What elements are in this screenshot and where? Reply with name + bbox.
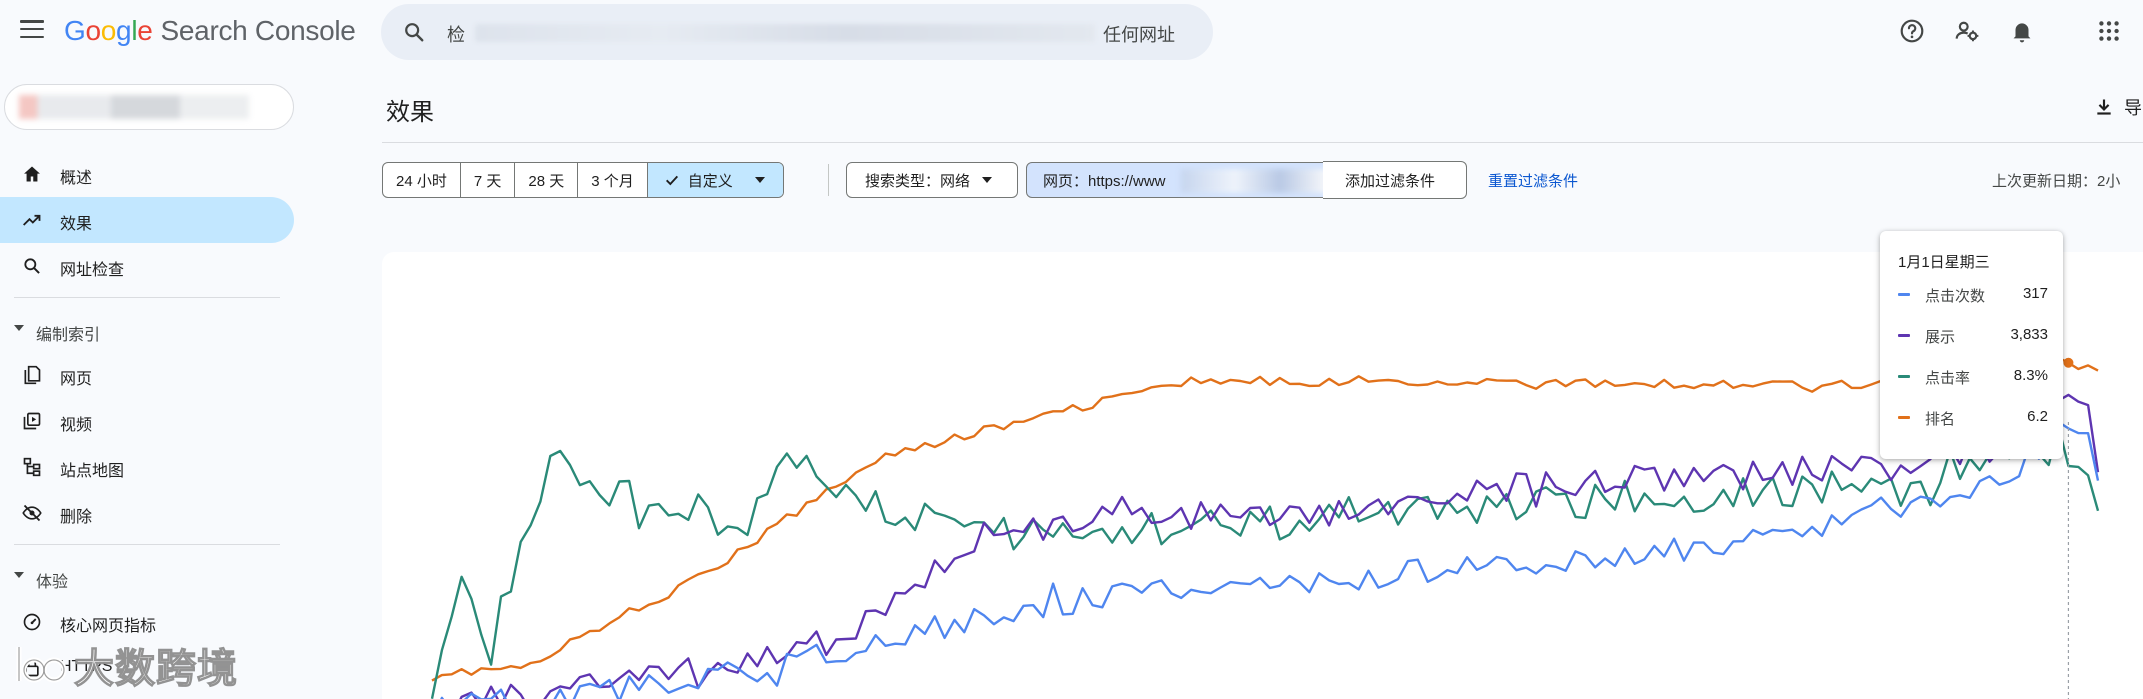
highlight-point <box>2063 357 2074 368</box>
watermark-logo-icon <box>16 647 67 683</box>
video-icon <box>23 412 41 430</box>
page-filter-label: 网页：https://www <box>1043 172 1166 190</box>
sidebar-item-label: 站点地图 <box>60 463 125 480</box>
chevron-down-icon <box>14 572 24 578</box>
page-title: 效果 <box>386 99 434 126</box>
search-type-label: 搜索类型：网络 <box>865 172 971 190</box>
checkmark-icon <box>665 175 678 186</box>
tooltip-row-clicks: 点击次数 317 <box>1898 284 2048 306</box>
header-divider <box>382 142 2143 143</box>
page-filter-chip[interactable]: 网页：https://www 添加过滤条件 <box>1026 161 1467 199</box>
tooltip-row-impressions: 展示 3,833 <box>1898 325 2048 347</box>
sidebar-item-videos[interactable]: 视频 <box>0 398 294 444</box>
export-label: 导 <box>2124 98 2142 118</box>
date-range-custom[interactable]: 自定义 <box>647 163 783 197</box>
search-placeholder-end: 任何网址 <box>1103 25 1175 45</box>
help-icon[interactable] <box>1899 18 1925 44</box>
chevron-down-icon <box>982 177 993 183</box>
date-range-7d[interactable]: 7 天 <box>461 163 516 197</box>
home-icon <box>24 166 40 182</box>
manage-users-icon[interactable] <box>1954 18 1980 44</box>
notifications-bell-icon[interactable] <box>2009 18 2035 44</box>
sidebar-item-pages[interactable]: 网页 <box>0 352 294 398</box>
date-range-3m[interactable]: 3 个月 <box>578 163 648 197</box>
tooltip-row-ctr: 点击率 8.3% <box>1898 366 2048 388</box>
redacted-placeholder <box>475 24 1095 42</box>
date-custom-label: 自定义 <box>687 172 733 190</box>
tooltip-row-position: 排名 6.2 <box>1898 407 2048 429</box>
sidebar-item-label: 删除 <box>60 509 93 526</box>
series-swatch <box>1898 416 1910 419</box>
sidebar-divider <box>14 544 280 545</box>
redacted-property-name <box>19 95 249 119</box>
sidebar-item-label: 视频 <box>60 417 93 434</box>
series-swatch <box>1898 334 1910 337</box>
sidebar-item-removals[interactable]: 删除 <box>0 490 294 536</box>
download-icon <box>2097 99 2111 115</box>
series-swatch <box>1898 293 1910 296</box>
search-placeholder-start: 检 <box>447 25 465 45</box>
search-icon <box>405 23 424 42</box>
chevron-down-icon <box>754 177 765 183</box>
property-selector[interactable] <box>4 84 294 130</box>
sitemap-icon <box>23 457 41 477</box>
section-label: 编制索引 <box>36 327 101 344</box>
removal-icon <box>22 504 42 522</box>
tooltip-date: 1月1日星期三 <box>1898 254 1990 271</box>
search-type-filter[interactable]: 搜索类型：网络 <box>846 162 1018 198</box>
trending-up-icon <box>23 214 41 226</box>
tooltip-label: 展示 <box>1925 329 1956 346</box>
sidebar-item-label: 网页 <box>60 371 93 388</box>
series-line <box>440 420 2100 699</box>
sidebar-item-performance[interactable]: 效果 <box>0 197 294 243</box>
reset-filters-link[interactable]: 重置过滤条件 <box>1488 170 1578 191</box>
sidebar-item-overview[interactable]: 概述 <box>0 151 294 197</box>
pages-icon <box>24 365 41 385</box>
tooltip-value: 3,833 <box>2010 326 2048 343</box>
last-updated-text: 上次更新日期：2小 <box>1992 173 2121 190</box>
sidebar-item-url-inspection[interactable]: 网址检查 <box>0 243 294 289</box>
date-range-selector: 24 小时 7 天 28 天 3 个月 自定义 <box>382 162 784 198</box>
product-name: Search Console <box>160 15 356 46</box>
series-line <box>459 393 2100 699</box>
watermark-text: 大数跨境 <box>73 646 238 691</box>
date-range-24h[interactable]: 24 小时 <box>383 163 461 197</box>
tooltip-label: 排名 <box>1925 411 1956 428</box>
sidebar-item-label: 网址检查 <box>60 262 125 279</box>
add-filter-label: 添加过滤条件 <box>1345 172 1436 190</box>
date-range-28d[interactable]: 28 天 <box>515 163 579 197</box>
performance-chart-card: 总点击次数 2.15万 ? 总曝光次数 40.7万 ? 平均点击率 5.3% ?… <box>382 252 2143 699</box>
chart-tooltip: 1月1日星期三 点击次数 317 展示 3,833 点击率 8.3% 排名 6.2 <box>1880 231 2063 459</box>
url-inspect-search-bar[interactable]: 检 任何网址 <box>381 4 1213 60</box>
speed-icon <box>23 613 41 631</box>
sidebar-item-label: 效果 <box>60 216 93 233</box>
tooltip-value: 6.2 <box>2027 408 2048 425</box>
export-button[interactable]: 导 <box>2094 94 2142 120</box>
section-label: 体验 <box>36 574 69 591</box>
tooltip-value: 317 <box>2022 285 2048 302</box>
filter-separator <box>828 164 829 196</box>
tooltip-label: 点击次数 <box>1925 288 1986 305</box>
tooltip-value: 8.3% <box>2013 367 2048 384</box>
tooltip-label: 点击率 <box>1925 370 1971 387</box>
chevron-down-icon <box>14 325 24 331</box>
series-swatch <box>1898 375 1910 378</box>
add-filter-button[interactable]: 添加过滤条件 <box>1323 161 1467 199</box>
sidebar-item-label: 核心网页指标 <box>60 618 157 635</box>
main-menu-button[interactable] <box>20 20 44 38</box>
performance-line-chart[interactable] <box>382 252 2143 699</box>
google-search-console-logo[interactable]: Google Search Console <box>64 15 356 47</box>
watermark: 大数跨境 <box>14 636 238 694</box>
apps-grid-icon[interactable] <box>2096 18 2122 44</box>
sidebar-item-label: 概述 <box>60 170 93 187</box>
sidebar-divider <box>14 297 280 298</box>
sidebar-item-sitemaps[interactable]: 站点地图 <box>0 444 294 490</box>
search-icon <box>24 258 40 274</box>
